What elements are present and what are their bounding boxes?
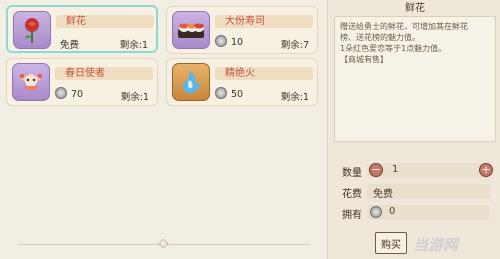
- item-card-sushi[interactable]: 大份寿司 10 剩余:7: [166, 6, 318, 54]
- quantity-value: 1: [392, 164, 399, 175]
- buy-button[interactable]: 购买: [375, 232, 407, 254]
- item-remaining: 剩余:1: [119, 40, 148, 51]
- plus-icon: +: [481, 163, 491, 176]
- description-box: 赠送给勇士的鲜花，可增加其在鲜花 榜、送花榜的魅力值。 1朵红色爱恋等于1点魅力…: [334, 16, 496, 142]
- item-remaining: 剩余:1: [120, 92, 149, 103]
- detail-panel: 鲜花 赠送给勇士的鲜花，可增加其在鲜花 榜、送花榜的魅力值。 1朵红色爱恋等于1…: [329, 0, 500, 259]
- description-line: 榜、送花榜的魅力值。: [340, 33, 420, 42]
- decrease-quantity-button[interactable]: −: [369, 163, 383, 177]
- owned-field: 0: [367, 205, 490, 220]
- divider-ornament: [158, 238, 169, 249]
- cost-field: 免费: [367, 184, 490, 200]
- coin-icon: [370, 206, 382, 218]
- buy-label: 购买: [381, 239, 401, 251]
- item-name: 鲜花: [56, 15, 154, 28]
- item-name: 春日使者: [55, 67, 153, 80]
- cost-value: 免费: [373, 189, 393, 200]
- quantity-label: 数量: [342, 168, 362, 179]
- item-price: 70: [71, 89, 84, 100]
- coin-icon: [55, 87, 67, 99]
- item-price: 50: [231, 89, 244, 100]
- coin-icon: [215, 87, 227, 99]
- item-price: 免费: [60, 40, 80, 51]
- coin-icon: [215, 35, 227, 47]
- detail-title: 鲜花: [405, 3, 425, 14]
- cost-label: 花费: [342, 189, 362, 200]
- owned-value: 0: [389, 206, 396, 217]
- description-line: 1朵红色爱恋等于1点魅力值。: [340, 44, 447, 53]
- item-remaining: 剩余:1: [280, 92, 309, 103]
- item-list-panel: 鲜花 免费 剩余:1 大份寿司 10 剩余:7 春日使者 70 剩余:1 精绝火…: [0, 0, 328, 259]
- quantity-field: 1: [367, 163, 490, 178]
- watermark: 当游网: [413, 236, 459, 254]
- item-name: 大份寿司: [215, 15, 313, 28]
- item-price: 10: [231, 37, 244, 48]
- fire-icon: [172, 63, 210, 101]
- item-card-spring-envoy[interactable]: 春日使者 70 剩余:1: [6, 58, 158, 106]
- item-name: 精绝火: [215, 67, 313, 80]
- item-card-flower[interactable]: 鲜花 免费 剩余:1: [6, 5, 158, 53]
- sushi-icon: [172, 11, 210, 49]
- minus-icon: −: [371, 163, 381, 176]
- item-remaining: 剩余:7: [280, 40, 309, 51]
- rose-icon: [13, 11, 51, 49]
- increase-quantity-button[interactable]: +: [479, 163, 493, 177]
- spring-envoy-icon: [12, 63, 50, 101]
- description-line: 【商城有售】: [340, 55, 388, 64]
- item-card-fire[interactable]: 精绝火 50 剩余:1: [166, 58, 318, 106]
- owned-label: 拥有: [342, 210, 362, 221]
- description-line: 赠送给勇士的鲜花，可增加其在鲜花: [340, 22, 468, 31]
